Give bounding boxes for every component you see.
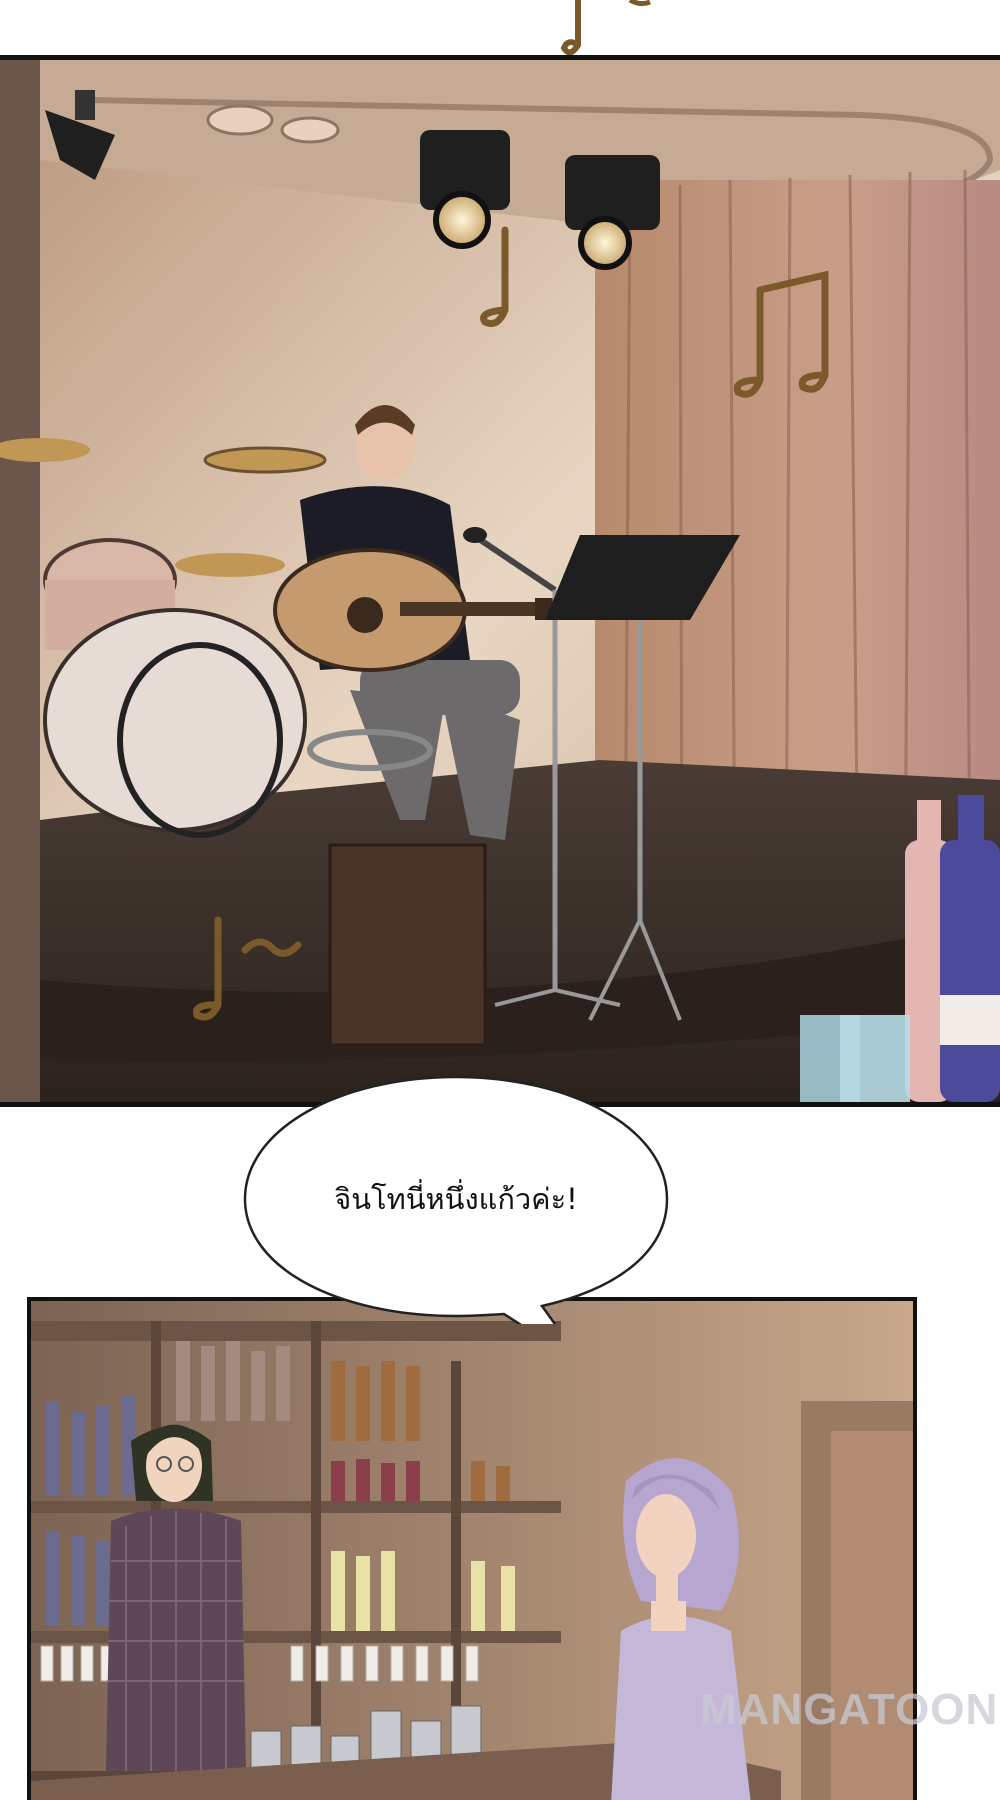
ceiling-light-2 xyxy=(280,116,340,144)
stage-illustration xyxy=(0,60,1000,1102)
music-note-icon-top xyxy=(560,0,651,56)
stage-panel xyxy=(0,55,1000,1107)
cajon-box xyxy=(328,843,487,1047)
watermark-logo: MANGATOON xyxy=(700,1685,999,1734)
speech-bubble xyxy=(243,1075,669,1324)
ceiling-light-1 xyxy=(206,104,274,136)
